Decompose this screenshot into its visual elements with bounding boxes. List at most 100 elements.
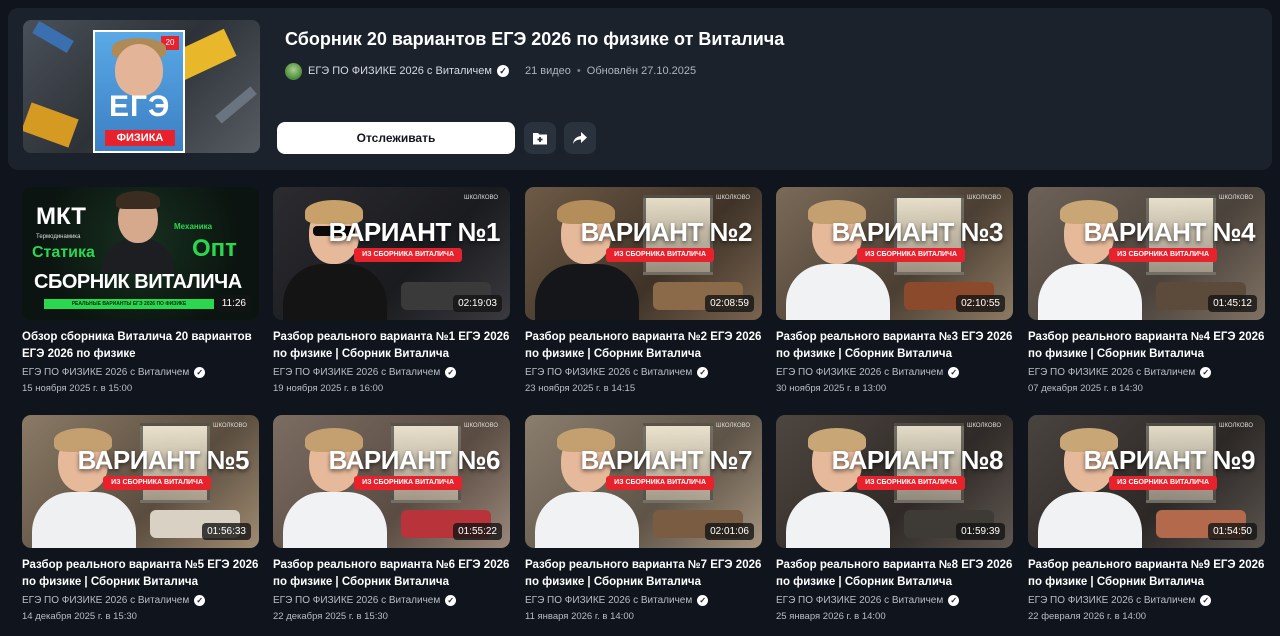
video-channel-name[interactable]: ЕГЭ ПО ФИЗИКЕ 2026 с Виталичем <box>22 595 189 606</box>
video-channel-name[interactable]: ЕГЭ ПО ФИЗИКЕ 2026 с Виталичем <box>273 595 440 606</box>
verified-check-icon: ✓ <box>1200 595 1212 606</box>
video-date: 15 ноября 2025 г. в 15:00 <box>22 383 133 394</box>
video-title[interactable]: Разбор реального варианта №3 ЕГЭ 2026 по… <box>776 329 1013 363</box>
thumb-person-body <box>283 492 387 548</box>
thumb-brand-mark: ШКОЛКОВО <box>715 423 750 429</box>
video-thumbnail[interactable]: ШКОЛКОВО ВАРИАНТ №4 ИЗ СБОРНИКА ВИТАЛИЧА… <box>1028 187 1265 320</box>
video-channel[interactable]: ЕГЭ ПО ФИЗИКЕ 2026 с Виталичем ✓ <box>1028 365 1265 380</box>
video-channel[interactable]: ЕГЭ ПО ФИЗИКЕ 2026 с Виталичем ✓ <box>776 593 1013 608</box>
thumb-variant-subtitle: ИЗ СБОРНИКА ВИТАЛИЧА <box>354 248 462 262</box>
video-thumbnail[interactable]: ШКОЛКОВО ВАРИАНТ №7 ИЗ СБОРНИКА ВИТАЛИЧА… <box>525 415 762 548</box>
video-channel-name[interactable]: ЕГЭ ПО ФИЗИКЕ 2026 с Виталичем <box>776 367 943 378</box>
video-date: 11 января 2026 г. в 14:00 <box>525 611 634 622</box>
cover-decoration <box>32 20 74 54</box>
playlist-cover-image[interactable]: 20 ЕГЭ ФИЗИКА <box>23 20 260 153</box>
video-thumbnail[interactable]: ШКОЛКОВО ВАРИАНТ №9 ИЗ СБОРНИКА ВИТАЛИЧА… <box>1028 415 1265 548</box>
video-duration: 01:45:12 <box>1208 295 1257 312</box>
video-channel[interactable]: ЕГЭ ПО ФИЗИКЕ 2026 с Виталичем ✓ <box>22 593 259 608</box>
thumb-variant-subtitle: ИЗ СБОРНИКА ВИТАЛИЧА <box>857 248 965 262</box>
thumb-variant-text: ВАРИАНТ №1 <box>328 217 501 247</box>
video-duration: 02:10:55 <box>956 295 1005 312</box>
thumb-brand-mark: ШКОЛКОВО <box>212 423 247 429</box>
video-thumbnail[interactable]: ШКОЛКОВО ВАРИАНТ №1 ИЗ СБОРНИКА ВИТАЛИЧА… <box>273 187 510 320</box>
video-channel[interactable]: ЕГЭ ПО ФИЗИКЕ 2026 с Виталичем ✓ <box>525 593 762 608</box>
thumb-person-hair <box>116 191 160 209</box>
video-channel[interactable]: ЕГЭ ПО ФИЗИКЕ 2026 с Виталичем ✓ <box>22 365 259 380</box>
thumb-person-body <box>283 264 387 320</box>
video-thumbnail[interactable]: ШКОЛКОВО ВАРИАНТ №2 ИЗ СБОРНИКА ВИТАЛИЧА… <box>525 187 762 320</box>
video-card[interactable]: ШКОЛКОВО ВАРИАНТ №3 ИЗ СБОРНИКА ВИТАЛИЧА… <box>776 187 1013 394</box>
video-channel-name[interactable]: ЕГЭ ПО ФИЗИКЕ 2026 с Виталичем <box>776 595 943 606</box>
video-thumbnail[interactable]: ШКОЛКОВО ВАРИАНТ №6 ИЗ СБОРНИКА ВИТАЛИЧА… <box>273 415 510 548</box>
video-title[interactable]: Разбор реального варианта №7 ЕГЭ 2026 по… <box>525 557 762 591</box>
video-thumbnail[interactable]: ШКОЛКОВО ВАРИАНТ №5 ИЗ СБОРНИКА ВИТАЛИЧА… <box>22 415 259 548</box>
video-card[interactable]: ШКОЛКОВО ВАРИАНТ №1 ИЗ СБОРНИКА ВИТАЛИЧА… <box>273 187 510 394</box>
video-card[interactable]: МКТ Термодинамика Статика Механика Опт С… <box>22 187 259 394</box>
channel-name-link[interactable]: ЕГЭ ПО ФИЗИКЕ 2026 с Виталичем <box>308 65 492 77</box>
verified-check-icon: ✓ <box>445 595 457 606</box>
video-card[interactable]: ШКОЛКОВО ВАРИАНТ №2 ИЗ СБОРНИКА ВИТАЛИЧА… <box>525 187 762 394</box>
video-channel-name[interactable]: ЕГЭ ПО ФИЗИКЕ 2026 с Виталичем <box>22 367 189 378</box>
video-card[interactable]: ШКОЛКОВО ВАРИАНТ №7 ИЗ СБОРНИКА ВИТАЛИЧА… <box>525 415 762 622</box>
video-title[interactable]: Разбор реального варианта №8 ЕГЭ 2026 по… <box>776 557 1013 591</box>
thumb-variant-subtitle: ИЗ СБОРНИКА ВИТАЛИЧА <box>354 476 462 490</box>
thumb-brand-mark: ШКОЛКОВО <box>463 423 498 429</box>
video-channel-name[interactable]: ЕГЭ ПО ФИЗИКЕ 2026 с Виталичем <box>1028 367 1195 378</box>
thumb-variant-subtitle: ИЗ СБОРНИКА ВИТАЛИЧА <box>606 476 714 490</box>
video-card[interactable]: ШКОЛКОВО ВАРИАНТ №4 ИЗ СБОРНИКА ВИТАЛИЧА… <box>1028 187 1265 394</box>
add-to-folder-icon <box>533 133 547 145</box>
video-channel[interactable]: ЕГЭ ПО ФИЗИКЕ 2026 с Виталичем ✓ <box>273 365 510 380</box>
video-duration: 01:54:50 <box>1208 523 1257 540</box>
video-title[interactable]: Обзор сборника Виталича 20 вариантов ЕГЭ… <box>22 329 259 363</box>
video-channel-name[interactable]: ЕГЭ ПО ФИЗИКЕ 2026 с Виталичем <box>525 367 692 378</box>
verified-check-icon: ✓ <box>194 595 206 606</box>
video-thumbnail[interactable]: МКТ Термодинамика Статика Механика Опт С… <box>22 187 259 320</box>
video-channel[interactable]: ЕГЭ ПО ФИЗИКЕ 2026 с Виталичем ✓ <box>273 593 510 608</box>
video-date: 14 декабря 2025 г. в 15:30 <box>22 611 137 622</box>
video-card[interactable]: ШКОЛКОВО ВАРИАНТ №9 ИЗ СБОРНИКА ВИТАЛИЧА… <box>1028 415 1265 622</box>
thumb-variant-subtitle: ИЗ СБОРНИКА ВИТАЛИЧА <box>103 476 211 490</box>
share-arrow-icon <box>573 132 587 144</box>
video-duration: 01:59:39 <box>956 523 1005 540</box>
updated-date: Обновлён 27.10.2025 <box>586 65 697 77</box>
cover-decoration <box>23 102 79 148</box>
thumb-variant-text: ВАРИАНТ №8 <box>831 445 1004 475</box>
video-thumbnail[interactable]: ШКОЛКОВО ВАРИАНТ №3 ИЗ СБОРНИКА ВИТАЛИЧА… <box>776 187 1013 320</box>
verified-check-icon: ✓ <box>697 595 709 606</box>
video-title[interactable]: Разбор реального варианта №6 ЕГЭ 2026 по… <box>273 557 510 591</box>
thumb-variant-text: ВАРИАНТ №6 <box>328 445 501 475</box>
thumb-variant-subtitle: ИЗ СБОРНИКА ВИТАЛИЧА <box>857 476 965 490</box>
cover-subject-text: ФИЗИКА <box>105 130 175 146</box>
follow-button[interactable]: Отслеживать <box>277 122 515 154</box>
share-button[interactable] <box>564 122 596 154</box>
save-to-folder-button[interactable] <box>524 122 556 154</box>
video-title[interactable]: Разбор реального варианта №2 ЕГЭ 2026 по… <box>525 329 762 363</box>
video-title[interactable]: Разбор реального варианта №5 ЕГЭ 2026 по… <box>22 557 259 591</box>
thumb-variant-text: ВАРИАНТ №2 <box>580 217 753 247</box>
video-card[interactable]: ШКОЛКОВО ВАРИАНТ №8 ИЗ СБОРНИКА ВИТАЛИЧА… <box>776 415 1013 622</box>
thumb-text: МКТ <box>36 203 86 230</box>
video-title[interactable]: Разбор реального варианта №9 ЕГЭ 2026 по… <box>1028 557 1265 591</box>
video-date: 22 февраля 2026 г. в 14:00 <box>1028 611 1147 622</box>
video-channel-name[interactable]: ЕГЭ ПО ФИЗИКЕ 2026 с Виталичем <box>525 595 692 606</box>
video-card[interactable]: ШКОЛКОВО ВАРИАНТ №6 ИЗ СБОРНИКА ВИТАЛИЧА… <box>273 415 510 622</box>
video-channel-name[interactable]: ЕГЭ ПО ФИЗИКЕ 2026 с Виталичем <box>273 367 440 378</box>
video-card[interactable]: ШКОЛКОВО ВАРИАНТ №5 ИЗ СБОРНИКА ВИТАЛИЧА… <box>22 415 259 622</box>
video-channel[interactable]: ЕГЭ ПО ФИЗИКЕ 2026 с Виталичем ✓ <box>776 365 1013 380</box>
video-duration: 02:08:59 <box>705 295 754 312</box>
video-title[interactable]: Разбор реального варианта №4 ЕГЭ 2026 по… <box>1028 329 1265 363</box>
cover-book: 20 ЕГЭ ФИЗИКА <box>93 30 185 153</box>
video-thumbnail[interactable]: ШКОЛКОВО ВАРИАНТ №8 ИЗ СБОРНИКА ВИТАЛИЧА… <box>776 415 1013 548</box>
video-channel[interactable]: ЕГЭ ПО ФИЗИКЕ 2026 с Виталичем ✓ <box>525 365 762 380</box>
video-title[interactable]: Разбор реального варианта №1 ЕГЭ 2026 по… <box>273 329 510 363</box>
video-channel[interactable]: ЕГЭ ПО ФИЗИКЕ 2026 с Виталичем ✓ <box>1028 593 1265 608</box>
cover-decoration <box>215 86 257 124</box>
playlist-meta: ЕГЭ ПО ФИЗИКЕ 2026 с Виталичем ✓ 21 виде… <box>285 62 696 80</box>
thumb-variant-text: ВАРИАНТ №4 <box>1083 217 1256 247</box>
channel-avatar[interactable] <box>285 62 302 80</box>
thumb-brand-mark: ШКОЛКОВО <box>715 195 750 201</box>
video-channel-name[interactable]: ЕГЭ ПО ФИЗИКЕ 2026 с Виталичем <box>1028 595 1195 606</box>
video-duration: 02:01:06 <box>705 523 754 540</box>
video-duration: 02:19:03 <box>453 295 502 312</box>
thumb-person-body <box>1038 264 1142 320</box>
